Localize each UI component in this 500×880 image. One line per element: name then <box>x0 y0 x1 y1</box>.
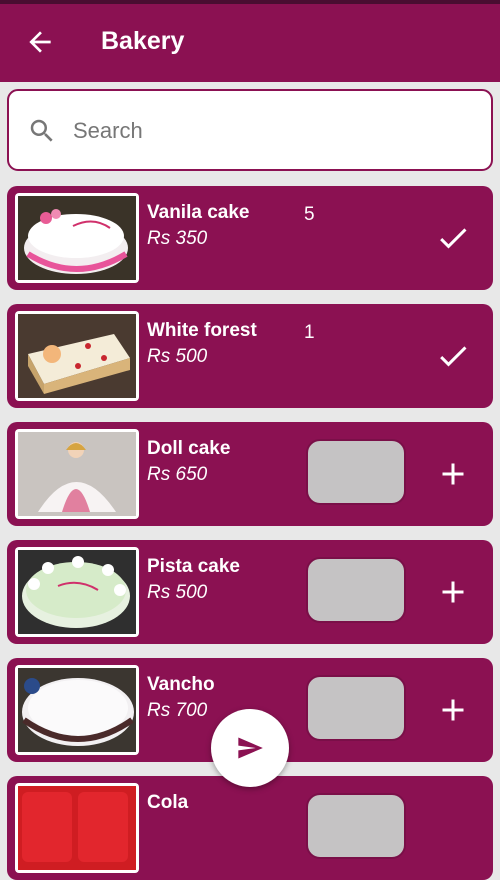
product-image <box>15 783 139 873</box>
product-image <box>15 547 139 637</box>
product-card[interactable]: Pista cake Rs 500 <box>7 540 493 644</box>
quantity-input[interactable] <box>306 793 406 859</box>
product-name: Cola <box>147 792 189 813</box>
plus-icon[interactable] <box>435 574 471 610</box>
search-input[interactable] <box>73 111 473 151</box>
quantity-input[interactable] <box>306 557 406 623</box>
search-icon <box>30 119 53 142</box>
product-name: White forest <box>147 320 257 341</box>
product-image <box>15 665 139 755</box>
back-arrow-icon[interactable] <box>24 26 56 58</box>
plus-icon[interactable] <box>435 456 471 492</box>
product-price: Rs 500 <box>147 346 208 367</box>
product-card[interactable]: Doll cake Rs 650 <box>7 422 493 526</box>
quantity-input[interactable] <box>306 439 406 505</box>
quantity-input[interactable] <box>306 675 406 741</box>
product-quantity: 1 <box>304 322 315 343</box>
product-name: Vanila cake <box>147 202 250 223</box>
app-bar: Bakery <box>0 4 500 82</box>
search-box[interactable] <box>7 89 493 171</box>
product-price: Rs 350 <box>147 228 208 249</box>
send-button[interactable] <box>211 709 289 787</box>
product-image <box>15 193 139 283</box>
send-icon <box>238 737 263 759</box>
product-name: Pista cake <box>147 556 240 577</box>
product-price: Rs 500 <box>147 582 208 603</box>
product-quantity: 5 <box>304 204 315 225</box>
product-card[interactable]: Cola <box>7 776 493 880</box>
page-title: Bakery <box>101 27 185 55</box>
product-card[interactable]: White forest Rs 500 1 <box>7 304 493 408</box>
product-image <box>15 429 139 519</box>
product-price: Rs 650 <box>147 464 208 485</box>
check-icon[interactable] <box>435 220 471 256</box>
product-name: Doll cake <box>147 438 231 459</box>
plus-icon[interactable] <box>435 692 471 728</box>
product-name: Vancho <box>147 674 215 695</box>
product-card[interactable]: Vanila cake Rs 350 5 <box>7 186 493 290</box>
product-image <box>15 311 139 401</box>
check-icon[interactable] <box>435 338 471 374</box>
product-price: Rs 700 <box>147 700 208 721</box>
